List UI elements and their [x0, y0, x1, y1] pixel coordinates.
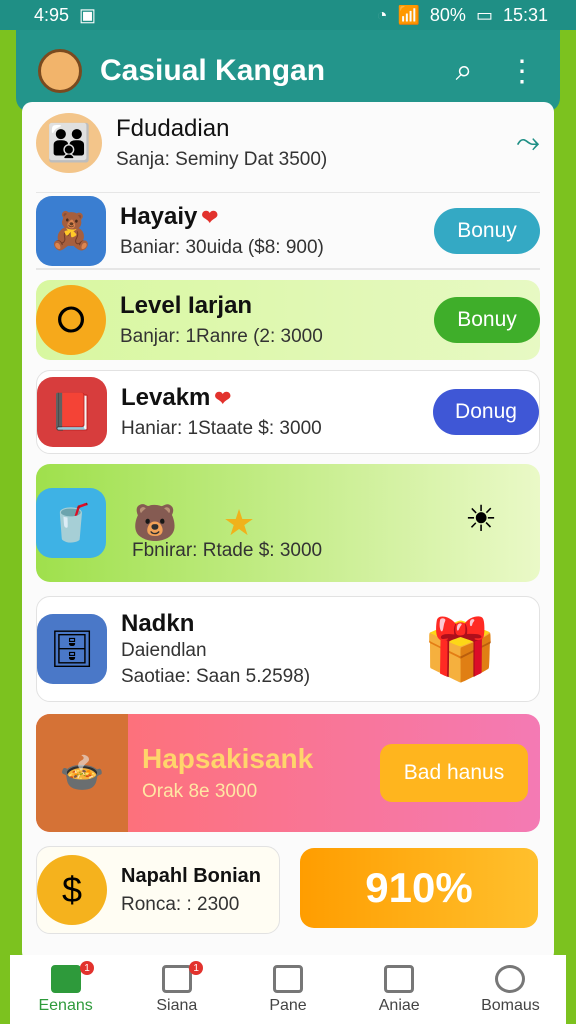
- nav-item-eenans[interactable]: 1 Eenans: [10, 955, 121, 1024]
- document-icon: [273, 964, 303, 993]
- bottom-nav: 1 Eenans 1 Siana Pane Aniae Bomaus: [10, 955, 566, 1024]
- percentage-value: 910%: [365, 864, 473, 911]
- item-name: Hayaiy: [120, 202, 198, 230]
- list-item[interactable]: 🧸 Hayaiy ❤ Baniar: 30uida ($8: 900) Bonuy: [36, 192, 540, 270]
- status-time-right: 15:31: [502, 4, 548, 25]
- nav-label: Aniae: [378, 996, 420, 1014]
- book-icon: 📕: [37, 377, 107, 447]
- app-bar: Casiual Kangan ⌕ ⋮: [16, 30, 560, 112]
- dollar-coin-icon: $: [37, 855, 107, 925]
- nav-item-siana[interactable]: 1 Siana: [121, 955, 232, 1024]
- notification-badge: 1: [189, 961, 204, 975]
- search-icon[interactable]: ⌕: [442, 54, 486, 88]
- nav-item-aniae[interactable]: Aniae: [344, 955, 455, 1024]
- item-subtitle: Haniar: 1Staate $: 3000: [121, 418, 322, 439]
- promo-card[interactable]: 🍲 Hapsakisank Orak 8e 3000 Bad hanus: [36, 714, 540, 832]
- nav-item-pane[interactable]: Pane: [232, 955, 343, 1024]
- list-item[interactable]: 👪 Fdudadian Sanja: Seminy Dat 3500) ⤳: [36, 108, 540, 178]
- nav-label: Bomaus: [481, 996, 540, 1014]
- treasure-bowl-icon: 🍲: [36, 714, 128, 832]
- item-name: Fdudadian: [116, 115, 230, 142]
- nav-label: Eenans: [38, 996, 93, 1014]
- item-name: Napahl Bonian: [121, 864, 262, 887]
- item-subtitle-2: Daiendlan: [121, 640, 207, 661]
- promo-title: Hapsakisank: [142, 743, 314, 774]
- notification-badge: 1: [80, 961, 94, 975]
- profile-icon: [495, 964, 526, 993]
- more-options-icon[interactable]: ⋮: [500, 54, 544, 89]
- item-name: Nadkn: [121, 610, 195, 637]
- bonus-button[interactable]: Bonuy: [434, 207, 540, 254]
- share-icon[interactable]: ⤳: [516, 126, 540, 160]
- status-bar: 4:95 ▣ ◔ 📶 80% ▭ 15:31: [0, 0, 576, 30]
- battery-icon: ▭: [475, 4, 493, 25]
- alarm-icon: ◔: [376, 4, 388, 25]
- list-item[interactable]: $ Napahl Bonian Ronca: : 2300: [36, 846, 280, 934]
- chart-icon: [384, 964, 415, 993]
- item-name: Levakm: [121, 384, 211, 411]
- percentage-button[interactable]: 910%: [300, 848, 538, 928]
- app-title: Casiual Kangan: [100, 54, 326, 87]
- item-subtitle: Sanja: Seminy Dat 3500): [116, 149, 328, 170]
- battery-percent: 80%: [429, 4, 466, 25]
- item-subtitle: Ronca: : 2300: [121, 893, 240, 915]
- coin-icon: ⭘: [36, 285, 106, 355]
- item-subtitle: Baniar: 30uida ($8: 900): [120, 236, 324, 258]
- sun-mascot-icon: ☀: [464, 498, 498, 539]
- nav-label: Siana: [156, 996, 198, 1014]
- promo-text: Fbnirar: Rtade $: 3000: [132, 540, 323, 561]
- promo-subtitle: Orak 8e 3000: [142, 781, 258, 802]
- app-logo: [38, 49, 82, 93]
- nav-label: Pane: [269, 996, 307, 1014]
- family-avatar: 👪: [36, 113, 102, 173]
- bonus-button[interactable]: Donug: [433, 389, 539, 435]
- item-name: Level Iarjan: [120, 292, 253, 319]
- heart-icon: ❤: [201, 206, 219, 229]
- promo-card[interactable]: 🥤 🐻 ★ Fbnirar: Rtade $: 3000 ☀: [36, 464, 540, 582]
- list-item[interactable]: 📕 Levakm ❤ Haniar: 1Staate $: 3000 Donug: [36, 370, 540, 454]
- item-subtitle: Banjar: 1Ranre (2: 3000: [120, 326, 323, 347]
- nav-item-bomaus[interactable]: Bomaus: [455, 955, 566, 1024]
- item-subtitle: Saotiae: Saan 5.2598): [121, 666, 311, 687]
- home-icon: [50, 964, 81, 993]
- bonus-button[interactable]: Bonuy: [434, 297, 540, 343]
- toy-icon: 🧸: [36, 195, 106, 266]
- notification-icon: ▣: [79, 4, 97, 25]
- bad-bonus-button[interactable]: Bad hanus: [380, 744, 528, 802]
- heart-icon: ❤: [214, 388, 232, 410]
- list-item[interactable]: ⭘ Level Iarjan Banjar: 1Ranre (2: 3000 B…: [36, 280, 540, 360]
- status-time-left: 4:95: [34, 4, 70, 25]
- content-panel: 👪 Fdudadian Sanja: Seminy Dat 3500) ⤳ 🧸 …: [22, 102, 554, 962]
- house-icon: [161, 964, 192, 993]
- list-item[interactable]: 🗄 Nadkn Daiendlan Saotiae: Saan 5.2598) …: [36, 596, 540, 702]
- gift-basket-icon: 🎁: [422, 615, 498, 683]
- cup-icon: 🥤: [36, 488, 106, 558]
- safe-icon: 🗄: [37, 614, 107, 684]
- wifi-icon: 📶: [397, 4, 420, 25]
